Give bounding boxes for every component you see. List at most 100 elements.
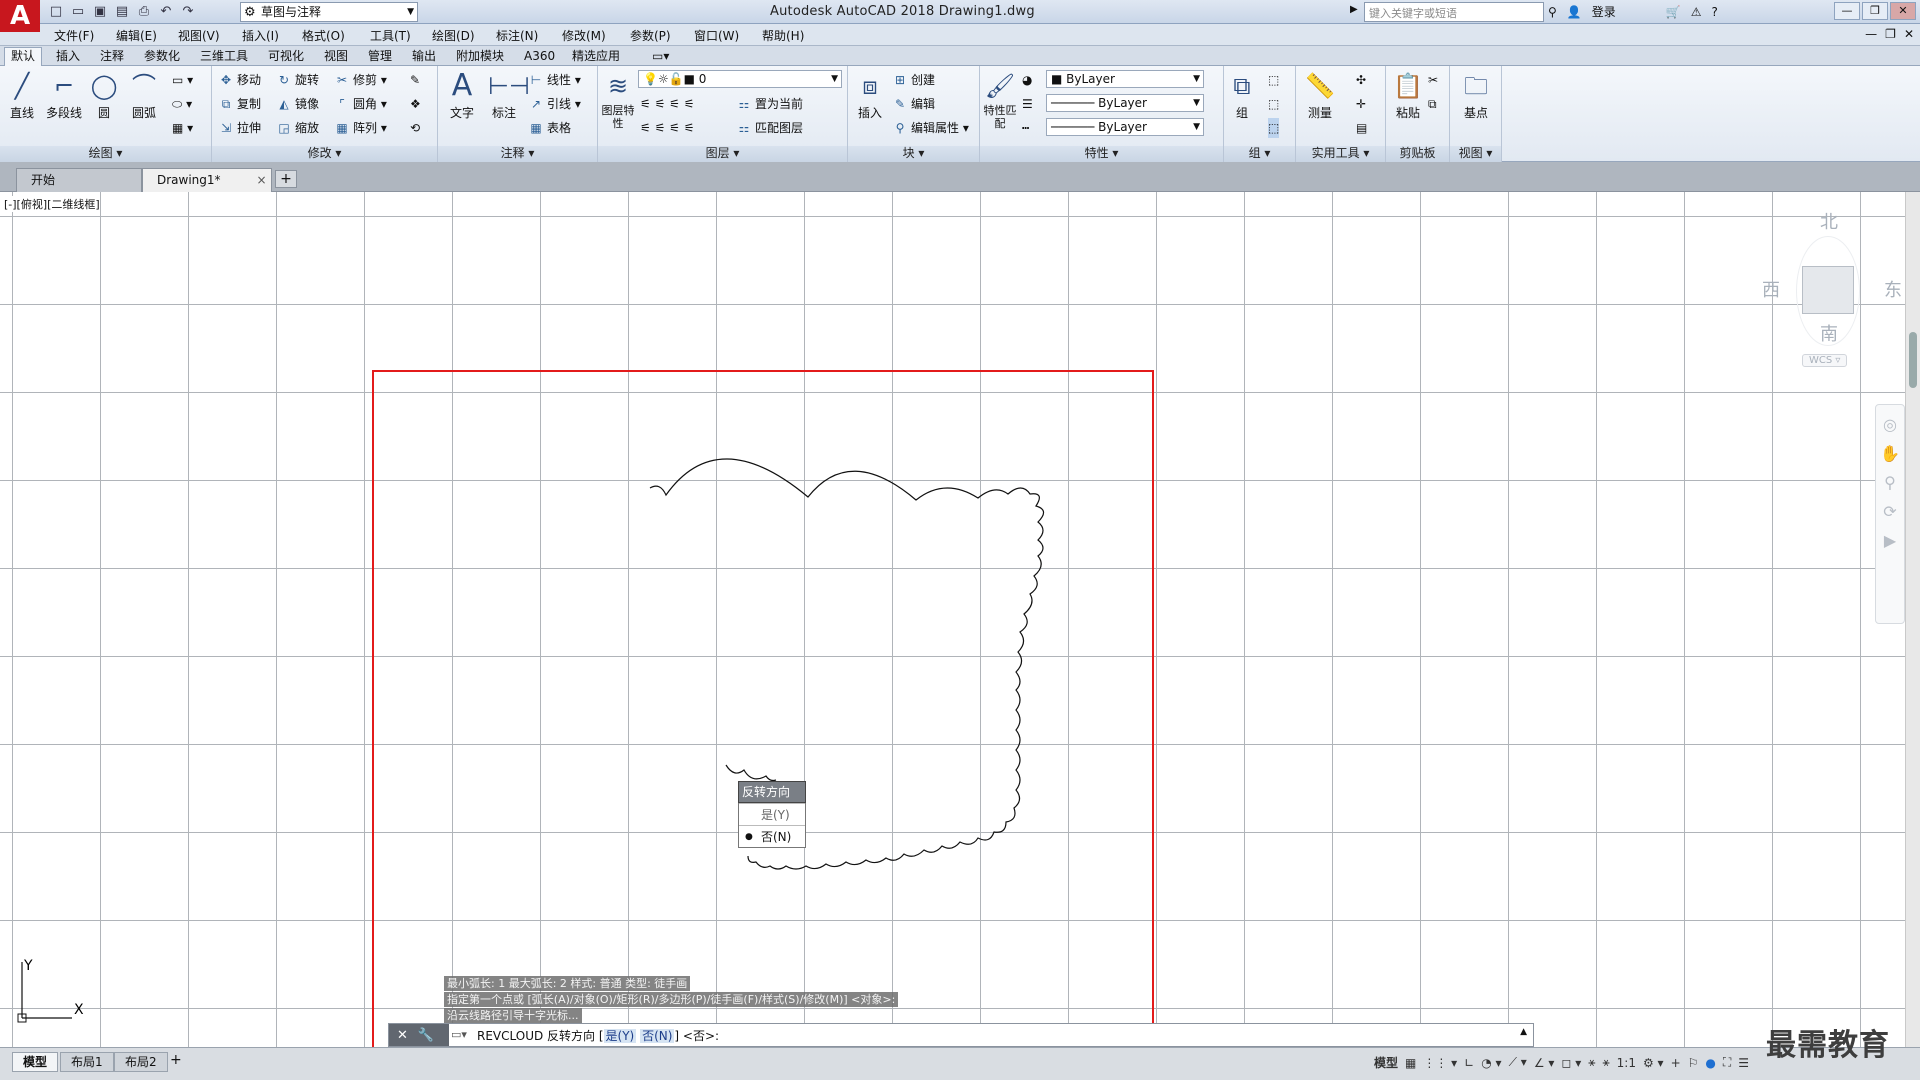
tab-view[interactable]: 视图 (318, 48, 354, 66)
viewcube-south[interactable]: 南 (1820, 320, 1838, 346)
properties-panel-title[interactable]: 特性 ▾ (980, 146, 1223, 162)
menu-format[interactable]: 格式(O) (302, 27, 345, 44)
tab-featured-apps[interactable]: 精选应用 (566, 48, 626, 66)
tab-3d-tools[interactable]: 三维工具 (194, 48, 254, 66)
match-layer-button[interactable]: ⚏ 匹配图层 (736, 118, 803, 138)
viewcube-west[interactable]: 西 (1762, 276, 1780, 302)
doc-close-icon[interactable]: ✕ (1904, 27, 1914, 41)
tab-parametric[interactable]: 参数化 (138, 48, 186, 66)
copy-clip-icon[interactable]: ⧉ (1428, 94, 1437, 114)
close-icon[interactable]: ✕ (397, 1028, 408, 1043)
menu-tools[interactable]: 工具(T) (370, 27, 411, 44)
polar-icon[interactable]: ◔ ▾ (1481, 1056, 1501, 1070)
linear-button[interactable]: ⊢ 线性 ▾ (528, 70, 581, 90)
menu-draw[interactable]: 绘图(D) (432, 27, 475, 44)
table-button[interactable]: ▦ 表格 (528, 118, 571, 138)
hatch-icon[interactable]: ▦ ▾ (172, 118, 193, 138)
menu-modify[interactable]: 修改(M) (562, 27, 606, 44)
ellipse-icon[interactable]: ⬭ ▾ (172, 94, 192, 114)
base-point-button[interactable]: 🗀 基点 (1454, 70, 1498, 121)
layers-panel-title[interactable]: 图层 ▾ (598, 146, 847, 162)
units-icon[interactable]: ⚐ (1688, 1056, 1699, 1070)
ribbon-options-icon[interactable]: ▭▾ (646, 48, 675, 66)
restore-icon[interactable]: ❐ (1862, 2, 1888, 20)
group-button[interactable]: ⧉ 组 (1224, 70, 1260, 121)
minimize-icon[interactable]: — (1834, 2, 1860, 20)
quick-select-icon[interactable]: ✣ (1356, 70, 1366, 90)
layer-tools-row2[interactable]: ⚟ ⚟ ⚟ ⚟ (640, 118, 694, 138)
new-tab-button[interactable]: + (275, 170, 297, 188)
edit-block-button[interactable]: ✎ 编辑 (892, 94, 935, 114)
autocad-logo[interactable]: A (0, 0, 40, 32)
chevron-up-icon[interactable]: ▲ (1520, 1027, 1527, 1037)
doc-restore-icon[interactable]: ❐ (1885, 27, 1896, 41)
group-select-icon[interactable]: ⬚ (1268, 118, 1280, 138)
explode-icon[interactable]: ❖ (410, 94, 421, 114)
grid-icon[interactable]: ▦ (1405, 1056, 1416, 1070)
exchange-icon[interactable]: ⚠ (1691, 5, 1702, 19)
command-line[interactable]: ✕ 🔧 ▭▾ REVCLOUD 反转方向 [是(Y) 否(N)] <否>: ▲ (388, 1023, 1534, 1047)
lineweight-icon[interactable]: ☰ (1022, 94, 1033, 114)
scrollbar-thumb[interactable] (1909, 332, 1917, 388)
linetype-icon[interactable]: ┅ (1022, 118, 1029, 138)
steering-wheel-icon[interactable]: ◎ (1876, 415, 1904, 434)
plus-icon[interactable]: + (1671, 1056, 1681, 1070)
vertical-scrollbar[interactable] (1905, 192, 1920, 1047)
plot-icon[interactable]: ⎙ (136, 4, 152, 20)
menu-edit[interactable]: 编辑(E) (116, 27, 157, 44)
layout-tab-model[interactable]: 模型 (12, 1052, 59, 1072)
group-edit-icon[interactable]: ⬚ (1268, 94, 1279, 114)
ungroup-icon[interactable]: ⬚ (1268, 70, 1279, 90)
saveas-icon[interactable]: ▤ (114, 4, 130, 20)
orbit-icon[interactable]: ⟳ (1876, 502, 1904, 521)
layer-tools-row1[interactable]: ⚟ ⚟ ⚟ ⚟ (640, 94, 694, 114)
leader-button[interactable]: ↗ 引线 ▾ (528, 94, 581, 114)
paste-button[interactable]: 📋 粘贴 (1386, 70, 1430, 121)
match-properties-button[interactable]: 🖌 特性匹配 (980, 70, 1020, 130)
wrench-icon[interactable]: 🔧 (418, 1028, 434, 1043)
copy-button[interactable]: ⧉ 复制 (218, 94, 261, 114)
drawing-canvas[interactable]: [-][俯视][二维线框] 北 西 东 南 WCS ▿ ◎ ✋ ⚲ ⟳ ▶ Y … (0, 192, 1905, 1047)
help-icon[interactable]: ? (1711, 5, 1717, 19)
viewcube-top-face[interactable] (1802, 266, 1854, 314)
trim-button[interactable]: ✂ 修剪 ▾ (334, 70, 387, 90)
isodraft-icon[interactable]: ⟋ ▾ (1509, 1055, 1527, 1070)
create-block-button[interactable]: ⊞ 创建 (892, 70, 935, 90)
layout-tab-2[interactable]: 布局2 (114, 1052, 168, 1072)
command-prompt[interactable]: REVCLOUD 反转方向 [是(Y) 否(N)] <否>: (477, 1027, 719, 1044)
menu-window[interactable]: 窗口(W) (694, 27, 739, 44)
calculator-icon[interactable]: ▤ (1356, 118, 1367, 138)
expand-arrow-icon[interactable]: ▶ (1350, 4, 1358, 15)
dimension-button[interactable]: ⊢⊣ 标注 (482, 70, 530, 121)
pan-icon[interactable]: ✋ (1876, 444, 1904, 463)
redo-icon[interactable]: ↷ (180, 4, 196, 20)
layer-dropdown[interactable]: 💡☼🔓■ 0 ▼ (638, 70, 842, 88)
model-space-label[interactable]: 模型 (1374, 1054, 1398, 1071)
menu-parametric[interactable]: 参数(P) (630, 27, 671, 44)
color-wheel-icon[interactable]: ◕ (1022, 70, 1032, 90)
binoculars-icon[interactable]: ⚲ (1548, 5, 1557, 19)
tab-manage[interactable]: 管理 (362, 48, 398, 66)
block-panel-title[interactable]: 块 ▾ (848, 146, 979, 162)
zoom-icon[interactable]: ⚲ (1876, 473, 1904, 492)
option-yes[interactable]: 是(Y) (739, 803, 805, 825)
array-button[interactable]: ▦ 阵列 ▾ (334, 118, 387, 138)
point-icon[interactable]: ✛ (1356, 94, 1366, 114)
offset-icon[interactable]: ⟲ (410, 118, 420, 138)
layer-properties-button[interactable]: ≋ 图层特性 (598, 70, 638, 130)
search-input[interactable]: 键入关键字或短语 (1364, 2, 1544, 22)
tab-drawing1[interactable]: Drawing1* × (142, 168, 272, 192)
utilities-panel-title[interactable]: 实用工具 ▾ (1296, 146, 1385, 162)
snap-icon[interactable]: ⋮⋮ ▾ (1423, 1056, 1457, 1070)
login-link[interactable]: 登录 (1592, 3, 1616, 20)
mirror-button[interactable]: ◭ 镜像 (276, 94, 319, 114)
menu-file[interactable]: 文件(F) (54, 27, 94, 44)
osnap-icon[interactable]: ∠ ▾ (1534, 1056, 1555, 1070)
ortho-icon[interactable]: ∟ (1464, 1056, 1474, 1070)
modify-panel-title[interactable]: 修改 ▾ (212, 146, 437, 162)
cut-icon[interactable]: ✂ (1428, 70, 1438, 90)
linetype-dropdown[interactable]: ────── ByLayer ▼ (1046, 94, 1204, 112)
lineweight-dropdown[interactable]: ────── ByLayer ▼ (1046, 118, 1204, 136)
wcs-dropdown[interactable]: WCS ▿ (1802, 354, 1848, 367)
object-track-icon[interactable]: ◻ ▾ (1561, 1056, 1581, 1070)
